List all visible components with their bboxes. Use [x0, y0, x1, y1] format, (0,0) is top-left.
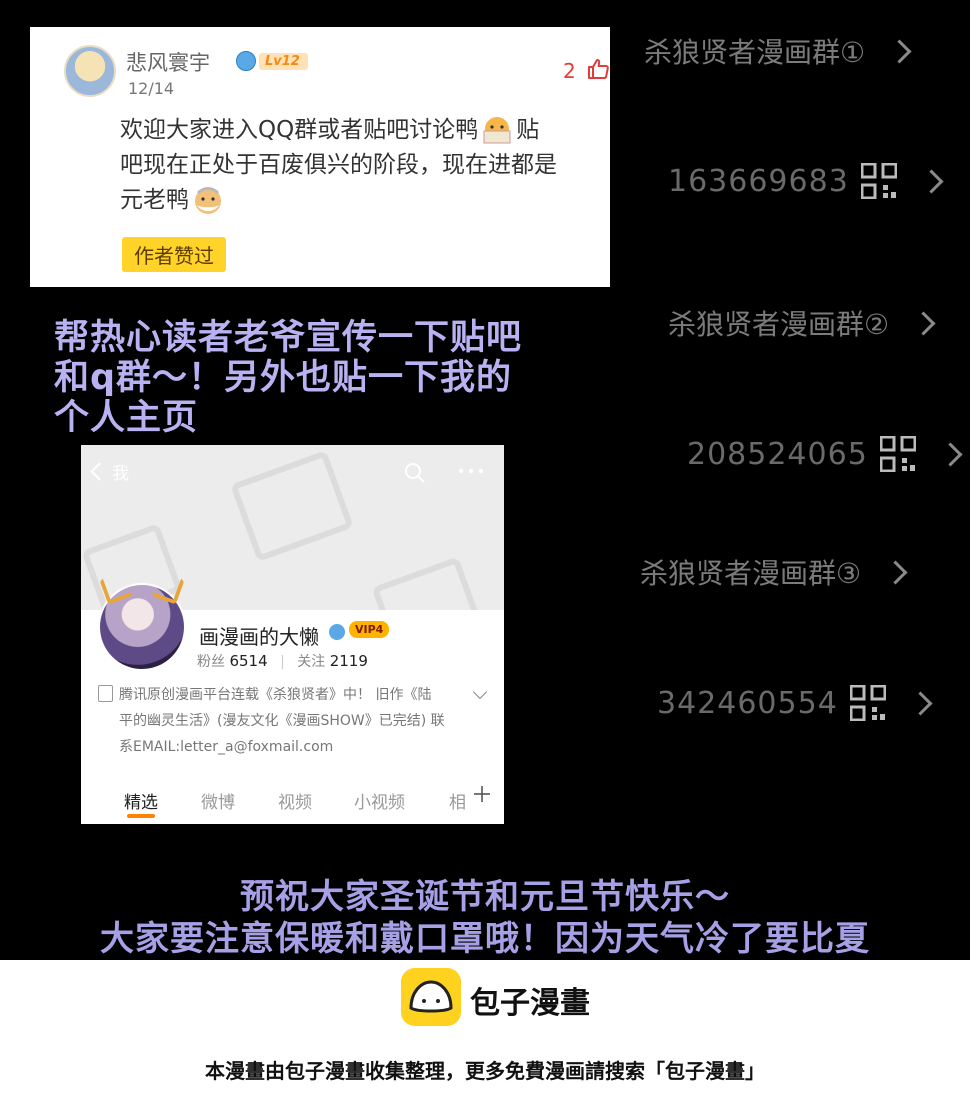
qr-code-icon[interactable]: [860, 163, 897, 199]
comment-text-line2: 贴: [516, 117, 540, 143]
comment-card: 悲风寰宇 Lv12 12/14 2 欢迎大家进入QQ群或者贴吧讨论鸭 贴 吧现在正…: [30, 27, 610, 287]
fans-count[interactable]: 6514: [229, 652, 267, 670]
comment-date: 12/14: [128, 79, 175, 98]
follow-count[interactable]: 2119: [330, 652, 368, 670]
bio-line: 平的幽灵生活》(漫友文化《漫画SHOW》已完结) 联: [119, 713, 445, 729]
commenter-name[interactable]: 悲风寰宇: [126, 47, 210, 77]
bio-line: 系EMAIL:letter_a@foxmail.com: [119, 739, 334, 755]
vip-badge[interactable]: VIP4: [349, 621, 390, 638]
chevron-right-icon: [887, 38, 912, 64]
qq-group-number: 163669683: [668, 163, 849, 199]
level-label: Lv12: [259, 52, 308, 70]
bio-line: 腾讯原创漫画平台连载《杀狼贤者》中！ 旧作《陆: [119, 687, 432, 703]
profile-tabs: 精选 微博 视频 小视频 相: [81, 785, 504, 815]
profile-name: 画漫画的大懒: [199, 625, 319, 649]
qr-code-icon[interactable]: [879, 436, 916, 472]
qq-number-row-3[interactable]: 342460554: [657, 680, 933, 726]
footer-notice: 本漫畫由包子漫畫收集整理，更多免費漫画請搜索「包子漫畫」: [205, 1059, 765, 1083]
like-count: 2: [563, 59, 576, 83]
greeting-caption: 预祝大家圣诞节和元旦节快乐～ 大家要注意保暖和戴口罩哦！因为天气冷了要比夏: [0, 876, 970, 960]
qr-code-icon[interactable]: [849, 685, 886, 721]
profile-bio: 腾讯原创漫画平台连载《杀狼贤者》中！ 旧作《陆 平的幽灵生活》(漫友文化《漫画S…: [119, 682, 459, 760]
commenter-avatar[interactable]: [64, 45, 116, 97]
chevron-right-icon: [883, 559, 908, 585]
baozi-logo-icon[interactable]: [401, 968, 461, 1026]
greeting-caption-line: 大家要注意保暖和戴口罩哦！因为天气冷了要比夏: [100, 919, 870, 959]
tab-short-video[interactable]: 小视频: [354, 788, 405, 813]
document-icon: [98, 685, 113, 702]
qq-group-name: 杀狼贤者漫画群②: [668, 308, 890, 341]
promo-caption-line: 个人主页: [54, 398, 199, 438]
stats-divider: |: [280, 654, 285, 670]
qq-group-number: 342460554: [657, 685, 838, 721]
image-placeholder-icon: [230, 450, 354, 562]
chevron-left-icon: [90, 462, 109, 481]
chevron-right-icon: [911, 310, 936, 336]
emoji-reading-icon: [483, 116, 511, 143]
chevron-right-icon: [938, 441, 963, 467]
comment-body: 欢迎大家进入QQ群或者贴吧讨论鸭 贴 吧现在正处于百废俱兴的阶段，现在进都是 元老…: [120, 113, 608, 218]
back-label: 我: [112, 464, 129, 484]
comment-text-line4: 元老鸭: [120, 187, 189, 213]
qq-group-row-1[interactable]: 杀狼贤者漫画群①: [644, 28, 912, 74]
promo-caption-line: 和q群～！另外也贴一下我的: [54, 358, 513, 398]
qq-group-name: 杀狼贤者漫画群①: [644, 36, 866, 69]
footer-brand: 包子漫畫: [470, 986, 590, 1021]
level-badge: Lv12: [236, 51, 308, 71]
qq-group-row-2[interactable]: 杀狼贤者漫画群②: [668, 300, 936, 346]
footer: 包子漫畫 本漫畫由包子漫畫收集整理，更多免費漫画請搜索「包子漫畫」: [0, 960, 970, 1120]
profile-card: 我 画漫画的大懒 VIP4 粉丝 6514 | 关注 2119 腾讯原创漫画平台…: [81, 445, 504, 824]
author-liked-tag: 作者赞过: [122, 237, 226, 272]
chevron-right-icon: [908, 690, 933, 716]
greeting-caption-line: 预祝大家圣诞节和元旦节快乐～: [240, 877, 730, 917]
promo-caption-line: 帮热心读者老爷宣传一下贴吧: [54, 318, 523, 358]
emoji-old-man-icon: [195, 186, 221, 214]
fans-label: 粉丝: [197, 654, 225, 670]
thumbs-up-icon[interactable]: [586, 57, 610, 81]
qq-group-number: 208524065: [687, 436, 868, 472]
back-button[interactable]: 我: [90, 459, 129, 484]
qq-number-row-2[interactable]: 208524065: [687, 431, 963, 477]
plus-icon[interactable]: [473, 785, 491, 803]
tab-video[interactable]: 视频: [278, 788, 312, 813]
qq-group-row-3[interactable]: 杀狼贤者漫画群③: [640, 549, 908, 595]
tab-weibo[interactable]: 微博: [201, 788, 235, 813]
comment-text-line3: 吧现在正处于百废俱兴的阶段，现在进都是: [120, 152, 557, 178]
promo-caption: 帮热心读者老爷宣传一下贴吧 和q群～！另外也贴一下我的 个人主页: [54, 318, 614, 438]
chevron-right-icon: [919, 168, 944, 194]
follow-stats: 粉丝 6514 | 关注 2119: [197, 651, 368, 671]
follow-label: 关注: [297, 654, 326, 670]
qq-group-name: 杀狼贤者漫画群③: [640, 557, 862, 590]
globe-icon: [236, 51, 256, 71]
search-icon[interactable]: [403, 461, 427, 485]
verified-gender-icon: [329, 624, 345, 640]
active-tab-indicator: [127, 814, 155, 818]
tab-featured[interactable]: 精选: [124, 788, 158, 813]
comment-text-line1: 欢迎大家进入QQ群或者贴吧讨论鸭: [120, 117, 479, 143]
tab-album[interactable]: 相: [449, 788, 466, 813]
more-options-icon[interactable]: [455, 459, 487, 483]
qq-number-row-1[interactable]: 163669683: [668, 158, 944, 204]
